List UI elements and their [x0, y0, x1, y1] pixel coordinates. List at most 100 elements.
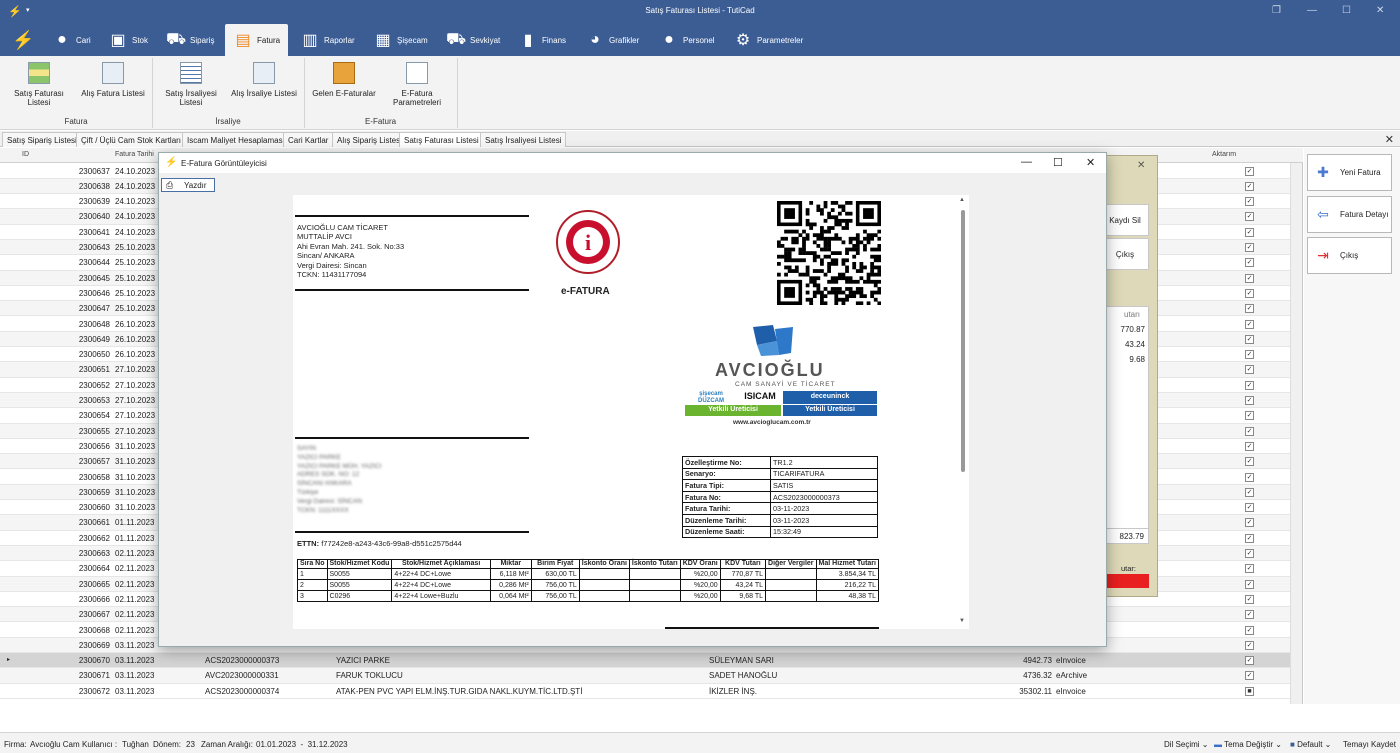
- aktarim-checkbox[interactable]: ✓: [1245, 610, 1254, 620]
- back-cikis-button[interactable]: Çıkış: [1101, 238, 1149, 270]
- aktarim-checkbox[interactable]: ✓: [1245, 487, 1254, 497]
- cell-date: 25.10.2023: [115, 288, 156, 298]
- tab-alis-siparis-listesi[interactable]: Alış Sipariş Listesi: [332, 132, 407, 147]
- table-row[interactable]: 2300672 03.11.2023 ACS2023000000374 ATAK-PE…: [0, 684, 1290, 699]
- aktarim-checkbox[interactable]: ✓: [1245, 640, 1254, 650]
- aktarim-checkbox[interactable]: ✓: [1245, 549, 1254, 558]
- cell-date: 27.10.2023: [115, 380, 156, 390]
- tab-cift-uclu-cam[interactable]: Çift / Üçlü Cam Stok Kartları: [76, 132, 187, 147]
- scroll-up-icon[interactable]: ▲: [959, 197, 965, 203]
- aktarim-checkbox[interactable]: ✓: [1245, 503, 1254, 513]
- ribbon-efatura-parametreleri[interactable]: E-Fatura Parametreleri: [384, 62, 450, 107]
- menu-sevkiyat[interactable]: ⛟ Sevkiyat: [446, 24, 500, 56]
- table-row[interactable]: ▸ 2300670 03.11.2023 ACS2023000000373 YAZICI…: [0, 653, 1290, 669]
- ribbon-gelen-efaturalar[interactable]: Gelen E-Faturalar: [308, 62, 380, 98]
- aktarim-checkbox[interactable]: ✓: [1245, 304, 1254, 314]
- ribbon-satis-irsaliyesi-listesi[interactable]: Satış İrsaliyesi Listesi: [160, 62, 222, 107]
- close-tab-icon[interactable]: ✕: [1385, 133, 1394, 146]
- aktarim-checkbox[interactable]: ✓: [1245, 426, 1254, 436]
- invoice-item-cell: 4+22+4 DC+Lowe: [391, 579, 491, 591]
- aktarim-checkbox[interactable]: ✓: [1245, 334, 1254, 344]
- default-theme-dropdown[interactable]: ■ Default ⌄: [1290, 740, 1331, 749]
- invoice-item-cell: %20,00: [679, 568, 721, 580]
- tab-cari-kartlar[interactable]: Cari Kartlar: [283, 132, 334, 147]
- aktarim-checkbox[interactable]: ■: [1245, 686, 1254, 696]
- document-scrollbar[interactable]: ▲ ▼: [957, 195, 969, 629]
- aktarim-checkbox[interactable]: ✓: [1245, 625, 1254, 635]
- aktarim-checkbox[interactable]: ✓: [1245, 227, 1254, 237]
- menu-grafikler[interactable]: ◕ Grafikler: [585, 24, 639, 56]
- maximize-icon[interactable]: ☐: [1342, 5, 1351, 16]
- temayi-kaydet-button[interactable]: Temayı Kaydet: [1343, 740, 1396, 749]
- menu-personel[interactable]: ● Personel: [659, 24, 714, 56]
- tema-degistir-dropdown[interactable]: ▬ Tema Değiştir ⌄: [1214, 740, 1282, 749]
- tab-satis-irsaliyesi-listesi[interactable]: Satış İrsaliyesi Listesi: [480, 132, 567, 147]
- aktarim-checkbox[interactable]: ✓: [1245, 212, 1254, 222]
- aktarim-checkbox[interactable]: ✓: [1245, 533, 1254, 543]
- close-icon[interactable]: ✕: [1376, 5, 1384, 16]
- aktarim-checkbox[interactable]: ✓: [1245, 258, 1254, 268]
- items-column-header: Miktar: [489, 559, 532, 569]
- aktarim-checkbox[interactable]: ✓: [1245, 656, 1254, 666]
- aktarim-checkbox[interactable]: ✓: [1245, 380, 1254, 390]
- aktarim-checkbox[interactable]: ✓: [1245, 197, 1254, 207]
- viewer-close-icon[interactable]: ✕: [1086, 156, 1095, 169]
- scroll-down-icon[interactable]: ▼: [959, 618, 965, 624]
- menu-cari[interactable]: ● Cari: [52, 24, 91, 56]
- aktarim-checkbox[interactable]: ✓: [1245, 671, 1254, 681]
- aktarim-checkbox[interactable]: ✓: [1245, 181, 1254, 191]
- column-id[interactable]: ID: [22, 151, 29, 158]
- column-aktarim[interactable]: Aktarım: [1212, 151, 1236, 158]
- yeni-fatura-button[interactable]: ✚ Yeni Fatura: [1307, 154, 1392, 191]
- menu-finans[interactable]: ▮ Finans: [518, 24, 566, 56]
- aktarim-checkbox[interactable]: ✓: [1245, 579, 1254, 589]
- dil-secimi-dropdown[interactable]: Dil Seçimi ⌄: [1164, 740, 1209, 749]
- cikis-button[interactable]: ⇥ Çıkış: [1307, 237, 1392, 274]
- minimize-icon[interactable]: —: [1307, 5, 1317, 16]
- restore-icon[interactable]: ❐: [1272, 5, 1281, 16]
- ribbon-alis-irsaliye-listesi[interactable]: Alış İrsaliye Listesi: [228, 62, 300, 98]
- exit-icon: ⇥: [1317, 247, 1329, 263]
- tab-satis-siparis-listesi[interactable]: Satış Sipariş Listesi: [2, 132, 82, 147]
- viewer-minimize-icon[interactable]: —: [1021, 156, 1032, 168]
- fatura-detayi-button[interactable]: ⇦ Fatura Detayı: [1307, 196, 1392, 233]
- document-scroll-thumb[interactable]: [961, 210, 965, 472]
- aktarim-checkbox[interactable]: ✓: [1245, 457, 1254, 467]
- ribbon-satis-faturasi-listesi[interactable]: Satış Faturası Listesi: [8, 62, 70, 107]
- menu-stok[interactable]: ▣ Stok: [108, 24, 148, 56]
- tab-satis-faturasi-listesi[interactable]: Satış Faturası Listesi: [399, 132, 484, 147]
- aktarim-checkbox[interactable]: ✓: [1245, 472, 1254, 482]
- app-launcher-icon[interactable]: ⚡: [12, 30, 34, 51]
- kaydi-sil-button[interactable]: Kaydı Sil: [1101, 204, 1149, 236]
- aktarim-checkbox[interactable]: ✓: [1245, 288, 1254, 298]
- yazdir-button[interactable]: ⎙ Yazdır: [161, 178, 215, 192]
- aktarim-checkbox[interactable]: ✓: [1245, 411, 1254, 421]
- menu-fatura[interactable]: ▤ Fatura: [225, 24, 289, 56]
- tab-iscam-maliyet[interactable]: Iscam Maliyet Hesaplaması: [182, 132, 290, 147]
- viewer-maximize-icon[interactable]: ☐: [1053, 156, 1063, 169]
- aktarim-checkbox[interactable]: ✓: [1245, 166, 1254, 176]
- invoice-item-cell: [628, 568, 681, 580]
- aktarim-checkbox[interactable]: ✓: [1245, 441, 1254, 451]
- aktarim-checkbox[interactable]: ✓: [1245, 243, 1254, 252]
- menu-parametreler[interactable]: ⚙ Parametreler: [733, 24, 803, 56]
- aktarim-checkbox[interactable]: ✓: [1245, 273, 1254, 283]
- aktarim-checkbox[interactable]: ✓: [1245, 594, 1254, 604]
- menu-siparis[interactable]: ⛟ Sipariş: [166, 24, 215, 56]
- menu-raporlar[interactable]: ▥ Raporlar: [300, 24, 354, 56]
- table-row[interactable]: 2300671 03.11.2023 AVC2023000000331 FARUK T…: [0, 668, 1290, 684]
- aktarim-checkbox[interactable]: ✓: [1245, 350, 1254, 360]
- aktarim-checkbox[interactable]: ✓: [1245, 518, 1254, 528]
- aktarim-checkbox[interactable]: ✓: [1245, 396, 1254, 405]
- back-dialog-close-icon[interactable]: ✕: [1137, 160, 1145, 171]
- cell-date: 31.10.2023: [115, 503, 156, 513]
- column-date[interactable]: Fatura Tarihi: [115, 151, 154, 158]
- ribbon-alis-fatura-listesi[interactable]: Alış Fatura Listesi: [78, 62, 148, 98]
- efatura-viewer-dialog: ⚡ E-Fatura Görüntüleyicisi — ☐ ✕ ⎙ Yazdı…: [158, 152, 1107, 647]
- aktarim-checkbox[interactable]: ✓: [1245, 564, 1254, 574]
- menu-sisecam[interactable]: ▦ Şişecam: [373, 24, 427, 56]
- aktarim-checkbox[interactable]: ✓: [1245, 319, 1254, 329]
- aktarim-checkbox[interactable]: ✓: [1245, 365, 1254, 375]
- grid-scrollbar[interactable]: [1290, 163, 1302, 704]
- cell-representative: İKİZLER İNŞ.: [709, 686, 758, 696]
